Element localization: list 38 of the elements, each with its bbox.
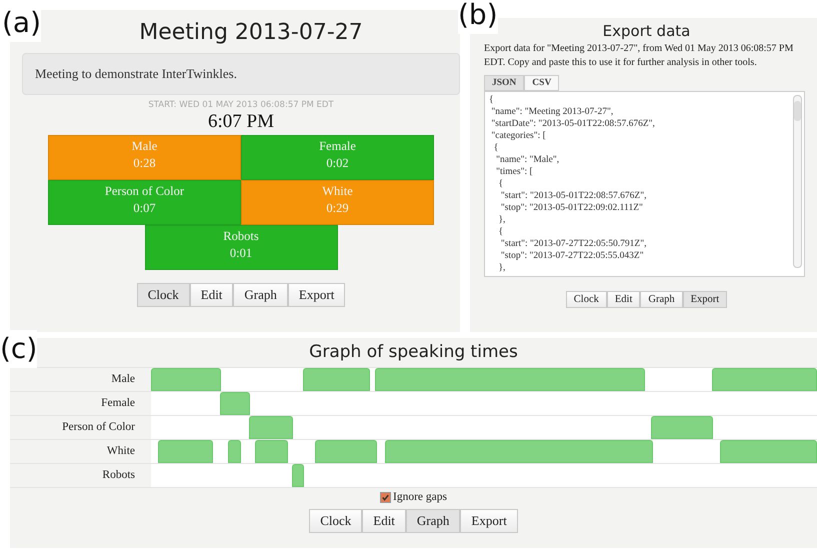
graph-title: Graph of speaking times — [309, 342, 518, 362]
format-tab[interactable]: CSV — [524, 75, 560, 91]
row-label: Female — [100, 396, 136, 411]
speaking-bar — [158, 440, 214, 463]
nav-button[interactable]: Export — [460, 509, 518, 533]
format-tab[interactable]: JSON — [484, 75, 524, 91]
checkbox-label: Ignore gaps — [393, 491, 447, 503]
panel-label: (c) — [0, 330, 38, 368]
nav-button[interactable]: Edit — [362, 509, 406, 533]
row-label: Robots — [101, 468, 136, 483]
nav-button[interactable]: Graph — [406, 509, 460, 533]
clock-time: 6:07 PM — [208, 111, 274, 133]
nav-button[interactable]: Clock — [309, 509, 362, 533]
speaking-bar — [255, 440, 288, 463]
export-title: Export data — [602, 22, 692, 40]
start-time: START: WED 01 MAY 2013 06:08:57 PM EDT — [148, 100, 334, 110]
meeting-title: Meeting 2013-07-27 — [139, 20, 363, 45]
row-label: Person of Color — [61, 420, 136, 435]
panel-label: (b) — [458, 0, 498, 34]
description-box: Meeting to demonstrate InterTwinkles. — [22, 53, 460, 95]
export-text-area[interactable]: { "name": "Meeting 2013-07-27", "startDate": "2013-05-01T22:08:57.676Z", "categories": [ { "name": "Male", "times": [ { "start": "2013-05-01T22:08:57.676Z", "stop": "2013-05-01T22:09:02.111Z" }, { "start": "2013-07-27T22:05:50.791Z", "stop": "2013-07-27T22:05:55.043Z" }, — [484, 91, 805, 277]
export-description: Export data for "Meeting 2013-07-27", from Wed 01 May 2013 06:08:57 PM EDT. Copy and paste this to use it for further analysis in other tools. — [484, 42, 794, 70]
speaking-bar — [292, 464, 304, 487]
ignore-gaps-checkbox[interactable] — [380, 492, 392, 502]
nav-button[interactable]: Edit — [190, 283, 234, 307]
speaking-bar — [303, 368, 370, 391]
row-label: Male — [110, 372, 136, 387]
scrollbar[interactable] — [793, 95, 802, 268]
speaking-bar — [315, 440, 378, 463]
speaking-bar — [228, 440, 242, 463]
nav-button[interactable]: Export — [682, 291, 728, 308]
nav-button[interactable]: Clock — [136, 283, 190, 307]
nav-button[interactable]: Graph — [233, 283, 288, 307]
row-label: White — [106, 444, 136, 459]
nav-button[interactable]: Edit — [606, 291, 640, 308]
nav-button[interactable]: Graph — [640, 291, 683, 308]
nav-button[interactable]: Export — [288, 283, 346, 307]
nav-button[interactable]: Clock — [566, 291, 607, 308]
